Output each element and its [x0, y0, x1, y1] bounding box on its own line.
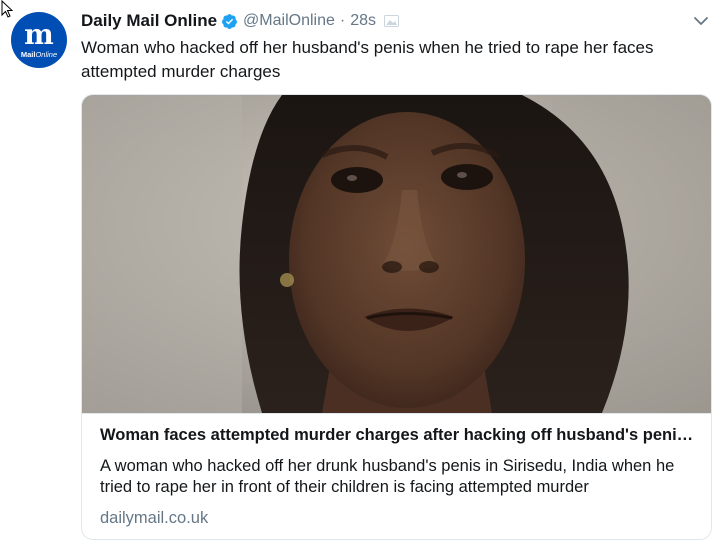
verified-badge-icon [222, 13, 237, 29]
avatar-monogram: m [24, 18, 54, 51]
media-icon [384, 15, 399, 27]
card-description: A woman who hacked off her drunk husband… [100, 457, 675, 496]
card-image[interactable] [82, 95, 711, 413]
timestamp[interactable]: 28s [350, 12, 376, 30]
author-handle[interactable]: @MailOnline [243, 12, 335, 30]
card-domain: dailymail.co.uk [100, 509, 209, 527]
header-separator: · [339, 12, 346, 29]
tweet-header: Daily Mail Online @MailOnline · 28s [81, 10, 399, 32]
link-card[interactable]: Woman faces attempted murder charges aft… [81, 94, 712, 540]
tweet[interactable]: m MailOnline Daily Mail Online @MailOnli… [0, 0, 720, 548]
cursor-icon [1, 0, 14, 18]
avatar-wordmark: MailOnline [20, 50, 58, 59]
card-body[interactable]: Woman faces attempted murder charges aft… [82, 413, 711, 539]
card-title[interactable]: Woman faces attempted murder charges aft… [100, 424, 698, 446]
avatar[interactable]: m MailOnline [11, 12, 67, 68]
card-photo [82, 95, 711, 413]
tweet-text: Woman who hacked off her husband's penis… [81, 38, 654, 81]
author-name[interactable]: Daily Mail Online [81, 11, 217, 31]
chevron-down-icon[interactable] [692, 12, 710, 30]
